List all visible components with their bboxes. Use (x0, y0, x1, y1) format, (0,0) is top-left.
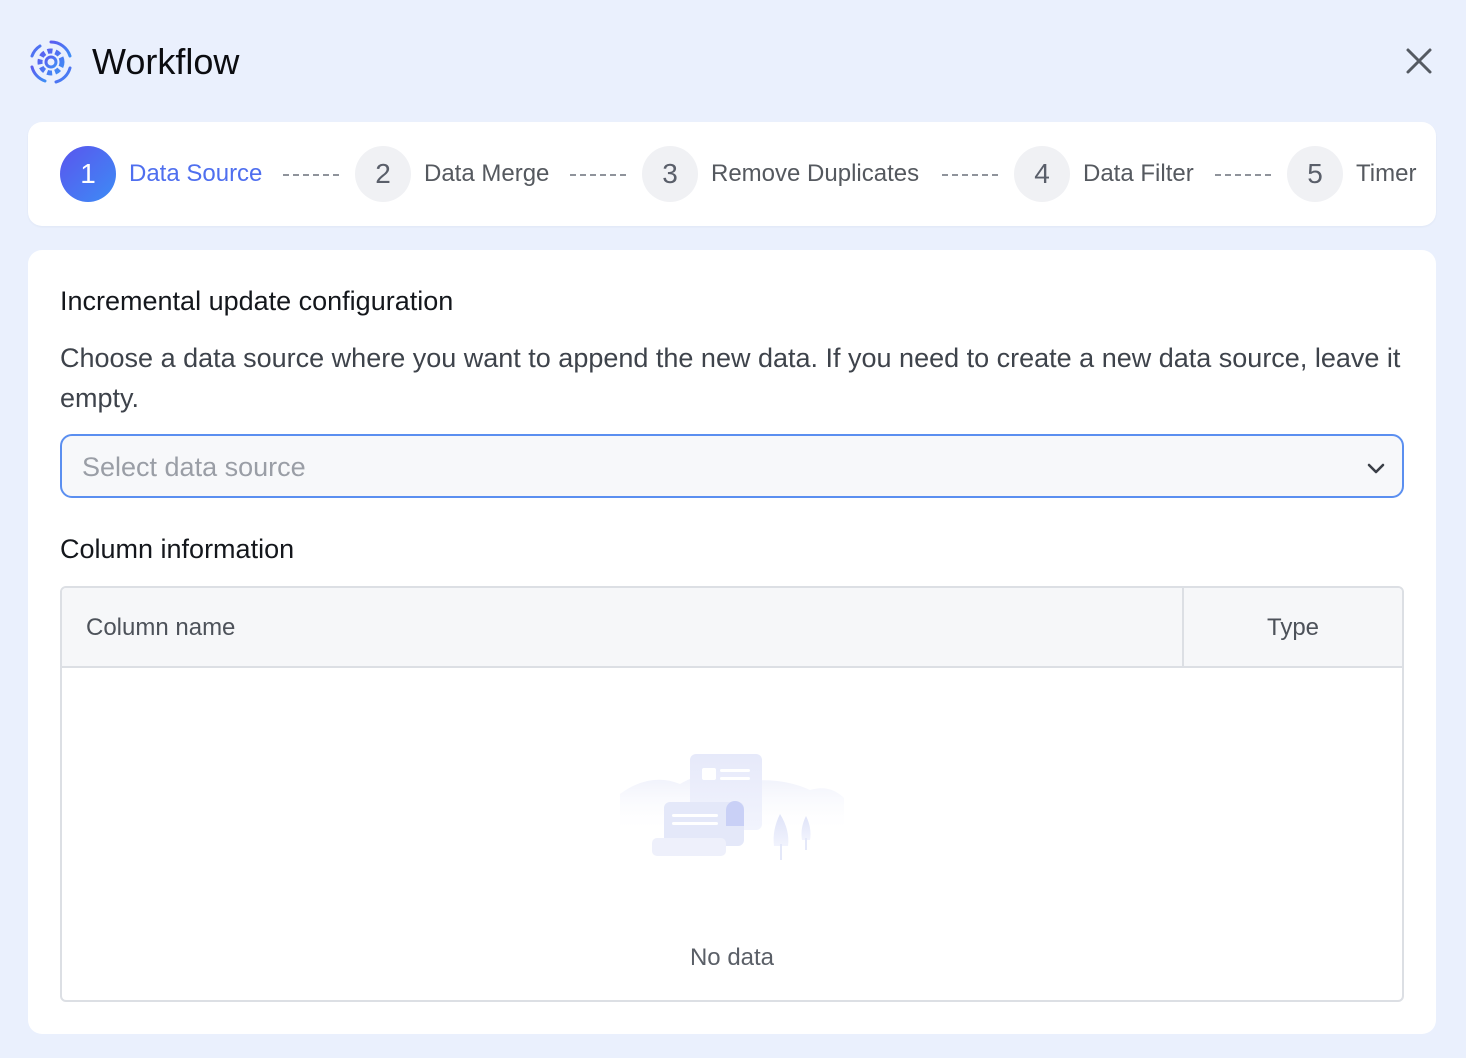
workflow-steps: 1 Data Source 2 Data Merge 3 Remove Dupl… (28, 122, 1436, 226)
step-connector (283, 174, 339, 176)
step-connector (1215, 174, 1271, 176)
data-source-select[interactable]: Select data source (60, 434, 1404, 498)
step-label: Timer (1356, 160, 1417, 187)
empty-state-text: No data (689, 944, 775, 971)
section-title-columns: Column information (60, 534, 295, 564)
step-label: Data Filter (1083, 160, 1194, 187)
step-label: Remove Duplicates (711, 160, 920, 187)
step-number: 2 (355, 146, 411, 202)
column-table: Column name Type No data (60, 586, 1404, 1002)
close-icon[interactable] (1402, 44, 1436, 78)
step-remove-duplicates[interactable]: 3 Remove Duplicates (642, 146, 919, 202)
section-title-incremental: Incremental update configuration (60, 286, 454, 316)
step-data-source[interactable]: 1 Data Source (60, 146, 262, 202)
step-data-filter[interactable]: 4 Data Filter (1014, 146, 1194, 202)
table-header: Column name Type (62, 588, 1402, 668)
step-number: 3 (642, 146, 698, 202)
step-label: Data Merge (424, 160, 550, 187)
step-number: 4 (1014, 146, 1070, 202)
dialog-title: Workflow (92, 41, 240, 82)
column-header-name: Column name (86, 614, 236, 641)
step-data-merge[interactable]: 2 Data Merge (355, 146, 549, 202)
select-placeholder: Select data source (82, 452, 306, 482)
step-label: Data Source (129, 160, 263, 187)
step-number: 1 (60, 146, 116, 202)
workflow-gear-icon (30, 40, 72, 84)
step-timer[interactable]: 5 Timer (1287, 146, 1416, 202)
column-header-type: Type (1266, 614, 1320, 641)
step-connector (942, 174, 998, 176)
dialog-header: Workflow (28, 34, 1438, 90)
empty-state-illustration (620, 754, 844, 860)
chevron-down-icon (1367, 463, 1385, 474)
config-description: Choose a data source where you want to a… (60, 343, 1401, 413)
config-panel: Incremental update configuration Choose … (28, 250, 1436, 1034)
step-number: 5 (1287, 146, 1343, 202)
step-connector (570, 174, 626, 176)
